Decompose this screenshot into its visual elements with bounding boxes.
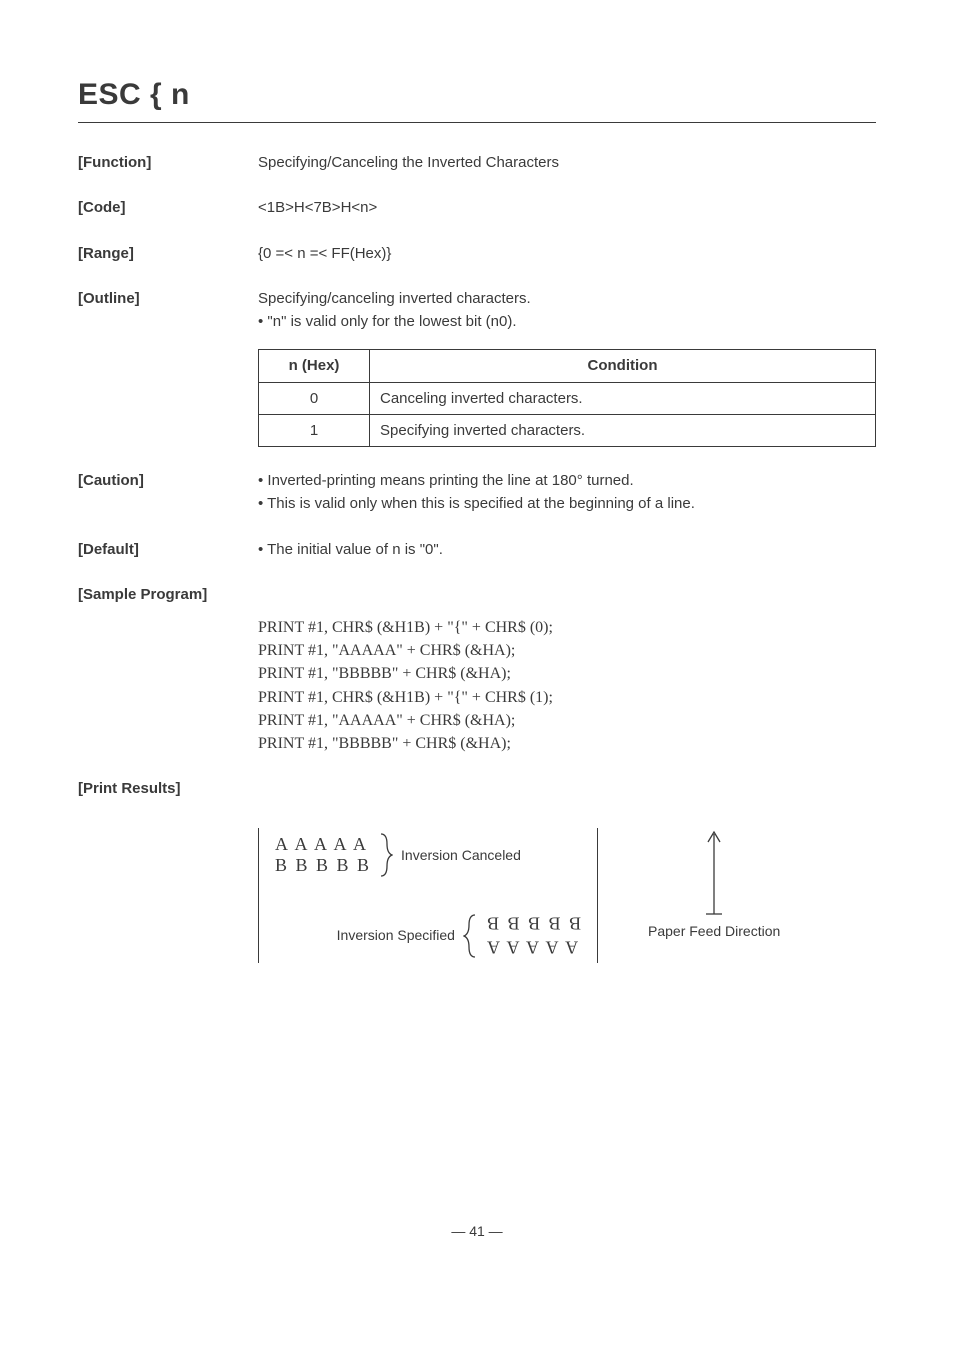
text-outline-2: • "n" is valid only for the lowest bit (… xyxy=(258,310,876,333)
print-output-column: A A A A A B B B B B Inversion Canceled I… xyxy=(258,828,598,963)
row-outline: [Outline] Specifying/canceling inverted … xyxy=(78,287,876,447)
text-caution-2: • This is valid only when this is specif… xyxy=(258,492,876,515)
paper-feed-indicator: Paper Feed Direction xyxy=(648,828,780,940)
page-title: ESC { n xyxy=(78,78,876,112)
paper-feed-label: Paper Feed Direction xyxy=(648,922,780,940)
label-caution: [Caution] xyxy=(78,469,258,516)
row-range: [Range] {0 =< n =< FF(Hex)} xyxy=(78,242,876,265)
th-condition: Condition xyxy=(370,350,876,382)
group-canceled: A A A A A B B B B B Inversion Canceled xyxy=(275,832,581,878)
text-outline-1: Specifying/canceling inverted characters… xyxy=(258,287,876,310)
label-inversion-canceled: Inversion Canceled xyxy=(401,845,521,867)
row-sample: [Sample Program] xyxy=(78,583,876,606)
row-code: [Code] <1B>H<7B>H<n> xyxy=(78,196,876,219)
brace-right-icon xyxy=(379,832,393,878)
text-range: {0 =< n =< FF(Hex)} xyxy=(258,242,876,265)
cell-cond: Canceling inverted characters. xyxy=(370,382,876,414)
label-range: [Range] xyxy=(78,242,258,265)
page-number: — 41 — xyxy=(78,1223,876,1239)
cell-n: 1 xyxy=(259,414,370,446)
cell-cond: Specifying inverted characters. xyxy=(370,414,876,446)
text-function: Specifying/Canceling the Inverted Charac… xyxy=(258,151,876,174)
output-aaaaa: A A A A A xyxy=(275,834,371,856)
text-default: • The initial value of n is "0". xyxy=(258,538,876,561)
condition-table: n (Hex) Condition 0 Canceling inverted c… xyxy=(258,349,876,447)
group-specified: Inversion Specified B B B B B A A A A A xyxy=(275,912,581,959)
row-caution: [Caution] • Inverted-printing means prin… xyxy=(78,469,876,516)
label-inversion-specified: Inversion Specified xyxy=(337,925,455,947)
sample-code: PRINT #1, CHR$ (&H1B) + "{" + CHR$ (0); … xyxy=(258,616,876,755)
row-default: [Default] • The initial value of n is "0… xyxy=(78,538,876,561)
label-function: [Function] xyxy=(78,151,258,174)
label-results: [Print Results] xyxy=(78,777,258,800)
table-row: 0 Canceling inverted characters. xyxy=(259,382,876,414)
arrow-up-icon xyxy=(704,830,724,916)
row-results: A A A A A B B B B B Inversion Canceled I… xyxy=(78,822,876,963)
row-results-label: [Print Results] xyxy=(78,777,876,800)
row-function: [Function] Specifying/Canceling the Inve… xyxy=(78,151,876,174)
output-bbbbb-inverted: B B B B B xyxy=(485,912,581,934)
text-caution-1: • Inverted-printing means printing the l… xyxy=(258,469,876,492)
output-aaaaa-inverted: A A A A A xyxy=(485,936,578,958)
label-code: [Code] xyxy=(78,196,258,219)
title-rule xyxy=(78,122,876,123)
table-row: 1 Specifying inverted characters. xyxy=(259,414,876,446)
th-nhex: n (Hex) xyxy=(259,350,370,382)
cell-n: 0 xyxy=(259,382,370,414)
output-bbbbb: B B B B B xyxy=(275,855,371,877)
label-default: [Default] xyxy=(78,538,258,561)
label-outline: [Outline] xyxy=(78,287,258,447)
row-sample-code: PRINT #1, CHR$ (&H1B) + "{" + CHR$ (0); … xyxy=(78,616,876,755)
brace-left-icon xyxy=(463,913,477,959)
label-sample: [Sample Program] xyxy=(78,583,258,606)
text-code: <1B>H<7B>H<n> xyxy=(258,196,876,219)
